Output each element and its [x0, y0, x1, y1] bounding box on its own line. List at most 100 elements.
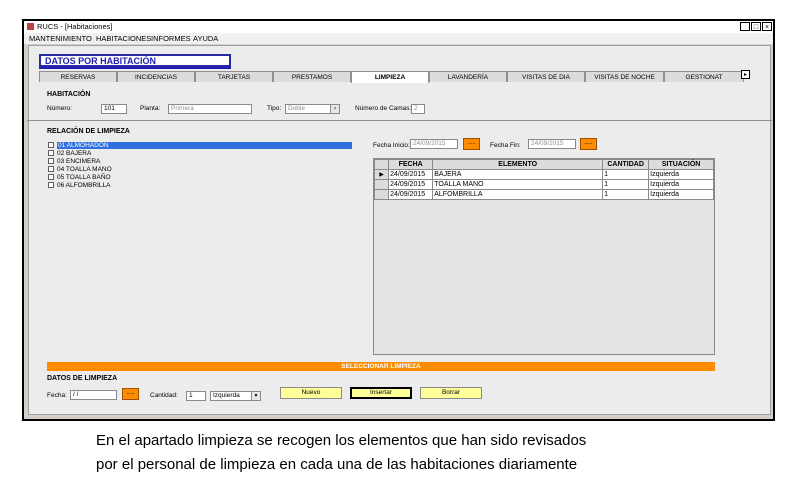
menu-ayuda[interactable]: AYUDA	[193, 34, 218, 43]
fecha-fin-picker-button[interactable]: .....	[580, 138, 597, 150]
fecha-field[interactable]: / /	[70, 390, 117, 400]
chevron-down-icon[interactable]: ▼	[251, 392, 260, 400]
cell-cantidad[interactable]: 1	[602, 169, 650, 180]
tab-incidencias[interactable]: INCIDENCIAS	[117, 71, 195, 82]
cell-situacion[interactable]: Izquierda	[648, 179, 714, 190]
grid-corner	[373, 159, 390, 170]
minimize-button[interactable]: _	[740, 22, 750, 31]
col-header-situacion[interactable]: SITUACIÓN	[648, 159, 714, 170]
menu-mantenimiento[interactable]: MANTENIMIENTO	[29, 34, 92, 43]
list-item[interactable]: 04 TOALLA MANO	[48, 166, 351, 173]
situacion-select[interactable]: Izquierda ▼	[210, 391, 261, 401]
list-item[interactable]: 02 BAJERA	[48, 150, 351, 157]
cell-situacion[interactable]: Izquierda	[648, 189, 714, 200]
close-button[interactable]: ×	[762, 22, 772, 31]
cell-elemento[interactable]: BAJERA	[432, 169, 604, 180]
numero-label: Número:	[47, 105, 72, 112]
planta-field[interactable]: Primera	[168, 104, 252, 114]
habitacion-section-title: HABITACIÓN	[47, 91, 91, 98]
table-row[interactable]: 24/09/2015 TOALLA MANO 1 Izquierda	[373, 179, 714, 190]
relacion-section-title: RELACIÓN DE LIMPIEZA	[47, 128, 130, 135]
fecha-fin-label: Fecha Fin:	[490, 142, 521, 149]
menu-habitaciones[interactable]: HABITACIONES	[96, 34, 151, 43]
limpieza-grid[interactable]: FECHA ELEMENTO CANTIDAD SITUACIÓN ▶ 24/0…	[373, 158, 715, 355]
section-divider	[27, 120, 772, 121]
tipo-select[interactable]: Doble ▼	[285, 104, 340, 114]
tab-prestamos[interactable]: PRESTAMOS	[273, 71, 351, 82]
select-limpieza-bar[interactable]: SELECCIONAR LIMPIEZA	[47, 362, 715, 371]
title-bar: RUCS - [Habitaciones] _ □ ×	[24, 21, 773, 33]
datos-section-title: DATOS DE LIMPIEZA	[47, 375, 118, 382]
tab-gestionat[interactable]: GESTIONAT	[664, 71, 744, 82]
col-header-cantidad[interactable]: CANTIDAD	[602, 159, 650, 170]
tab-strip: RESERVAS INCIDENCIAS TARJETAS PRESTAMOS …	[39, 71, 744, 83]
tipo-label: Tipo:	[267, 105, 282, 112]
list-item[interactable]: 06 ALFOMBRILLA	[48, 182, 351, 189]
cell-elemento[interactable]: ALFOMBRILLA	[432, 189, 604, 200]
tab-limpieza[interactable]: LIMPIEZA	[351, 71, 429, 83]
fecha-picker-button[interactable]: .....	[122, 388, 139, 400]
col-header-elemento[interactable]: ELEMENTO	[432, 159, 604, 170]
chevron-down-icon[interactable]: ▼	[330, 105, 339, 113]
grid-table: FECHA ELEMENTO CANTIDAD SITUACIÓN ▶ 24/0…	[373, 159, 714, 200]
nuevo-button[interactable]: Nuevo	[280, 387, 342, 399]
fecha-label: Fecha:	[47, 392, 67, 399]
menu-bar: MANTENIMIENTO HABITACIONES INFORMES AYUD…	[24, 33, 773, 44]
col-header-fecha[interactable]: FECHA	[388, 159, 434, 170]
page-title-text: DATOS POR HABITACIÓN	[45, 56, 157, 66]
relacion-list: 01 ALMOHADON 02 BAJERA 03 ENCIMERA 04 TO…	[48, 142, 352, 192]
borrar-button[interactable]: Borrar	[420, 387, 482, 399]
checkbox[interactable]	[48, 182, 54, 188]
tab-lavanderia[interactable]: LAVANDERÍA	[429, 71, 507, 82]
list-item-label: 04 TOALLA MANO	[57, 166, 112, 173]
row-header	[373, 179, 390, 190]
cell-cantidad[interactable]: 1	[602, 189, 650, 200]
fecha-inicio-picker-button[interactable]: .....	[463, 138, 480, 150]
table-row[interactable]: ▶ 24/09/2015 BAJERA 1 Izquierda	[373, 169, 714, 180]
checkbox[interactable]	[48, 166, 54, 172]
cell-fecha[interactable]: 24/09/2015	[388, 189, 434, 200]
fecha-inicio-field[interactable]: 24/09/2015	[410, 139, 458, 149]
tab-scroll-right-icon[interactable]: ▸	[741, 70, 750, 79]
list-item-label: 03 ENCIMERA	[57, 158, 101, 165]
numero-field[interactable]: 101	[101, 104, 127, 114]
tipo-select-value: Doble	[288, 105, 305, 112]
list-item-label: 05 TOALLA BAÑO	[57, 174, 111, 181]
cantidad-label: Cantidad:	[150, 392, 178, 399]
window-title: RUCS - [Habitaciones]	[37, 22, 113, 31]
cell-situacion[interactable]: Izquierda	[648, 169, 714, 180]
list-item-label: 02 BAJERA	[57, 150, 92, 157]
current-row-icon: ▶	[373, 169, 390, 180]
checkbox[interactable]	[48, 174, 54, 180]
list-item[interactable]: 01 ALMOHADON	[48, 142, 352, 149]
list-item[interactable]: 05 TOALLA BAÑO	[48, 174, 351, 181]
camas-field[interactable]: 2	[411, 104, 425, 114]
fecha-inicio-label: Fecha Inicio:	[373, 142, 410, 149]
app-icon	[27, 23, 34, 30]
tab-reservas[interactable]: RESERVAS	[39, 71, 117, 82]
checkbox[interactable]	[48, 142, 54, 148]
cell-elemento[interactable]: TOALLA MANO	[432, 179, 604, 190]
list-item-label: 06 ALFOMBRILLA	[57, 182, 111, 189]
menu-informes[interactable]: INFORMES	[151, 34, 191, 43]
caption-line-1: En el apartado limpieza se recogen los e…	[96, 432, 587, 449]
tab-visitas-noche[interactable]: VISITAS DE NOCHE	[585, 71, 664, 82]
table-row[interactable]: 24/09/2015 ALFOMBRILLA 1 Izquierda	[373, 189, 714, 200]
cantidad-field[interactable]: 1	[186, 391, 206, 401]
fecha-fin-field[interactable]: 24/09/2015	[528, 139, 576, 149]
cell-fecha[interactable]: 24/09/2015	[388, 169, 434, 180]
list-item-label: 01 ALMOHADON	[57, 142, 352, 149]
tab-visitas-dia[interactable]: VISITAS DE DIA	[507, 71, 585, 82]
checkbox[interactable]	[48, 158, 54, 164]
cell-fecha[interactable]: 24/09/2015	[388, 179, 434, 190]
checkbox[interactable]	[48, 150, 54, 156]
title-underline	[39, 67, 231, 69]
row-header	[373, 189, 390, 200]
caption-line-2: por el personal de limpieza en cada una …	[96, 456, 578, 473]
list-item[interactable]: 03 ENCIMERA	[48, 158, 351, 165]
tab-tarjetas[interactable]: TARJETAS	[195, 71, 273, 82]
insertar-button[interactable]: Insertar	[350, 387, 412, 399]
planta-label: Planta:	[140, 105, 161, 112]
cell-cantidad[interactable]: 1	[602, 179, 650, 190]
maximize-button[interactable]: □	[751, 22, 761, 31]
